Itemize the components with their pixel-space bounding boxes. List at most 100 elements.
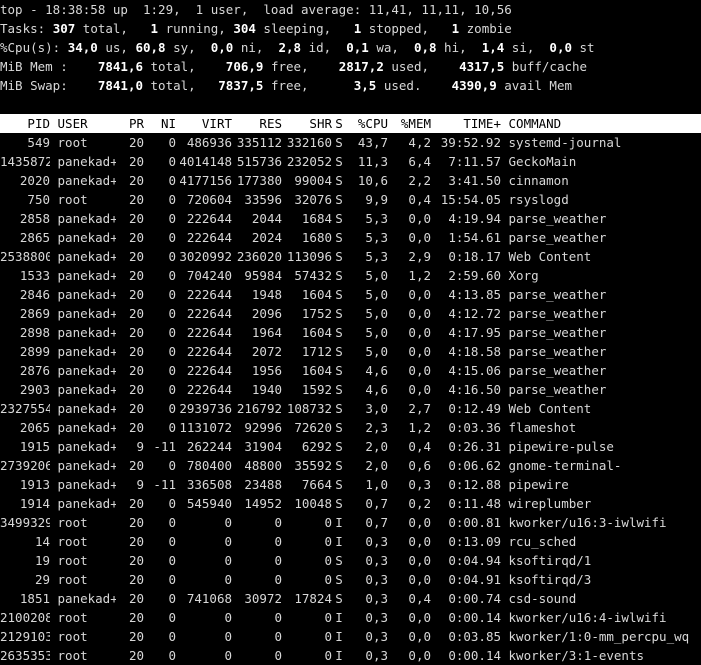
proc-ni: -11 xyxy=(153,477,176,492)
proc-state: S xyxy=(335,477,343,492)
process-row[interactable]: 19 root 20 0 0 0 0 S 0,3 0,0 0:04.94 ksoftirqd/1 xyxy=(0,551,701,570)
process-row[interactable]: 2635353 root 20 0 0 0 0 I 0,3 0,0 0:00.14 kworker… xyxy=(0,646,701,665)
proc-state: S xyxy=(335,192,343,207)
col-cpu[interactable]: %CPU xyxy=(346,114,388,133)
process-row[interactable]: 2020 panekad+ 20 0 4177156 177380 99004 S 10,6 2… xyxy=(0,171,701,190)
proc-time: 0:06.62 xyxy=(448,458,501,473)
proc-command: cinnamon xyxy=(508,173,569,188)
process-row[interactable]: 2100208 root 20 0 0 0 0 I 0,3 0,0 0:00.14 kworker… xyxy=(0,608,701,627)
col-command[interactable]: COMMAND xyxy=(501,114,701,133)
proc-pid: 2899 xyxy=(19,344,50,359)
proc-command: kworker/3:1-events xyxy=(508,648,644,663)
proc-time: 4:17.95 xyxy=(448,325,501,340)
proc-command: kworker/1:0-mm_percpu_wq xyxy=(508,629,690,644)
process-row[interactable]: 2739206 panekad+ 20 0 780400 48800 35592 S 2,0 0… xyxy=(0,456,701,475)
col-pid[interactable]: PID xyxy=(0,114,50,133)
col-virt[interactable]: VIRT xyxy=(176,114,232,133)
proc-command: wireplumber xyxy=(508,496,592,511)
proc-ni: 0 xyxy=(168,192,176,207)
proc-command: rsyslogd xyxy=(508,192,569,207)
proc-mem: 0,0 xyxy=(408,344,431,359)
proc-time: 4:12.72 xyxy=(448,306,501,321)
proc-pr: 20 xyxy=(128,401,144,416)
proc-state: S xyxy=(335,496,343,511)
proc-cpu: 4,6 xyxy=(365,382,388,397)
proc-command: parse_weather xyxy=(508,211,607,226)
process-row[interactable]: 1851 panekad+ 20 0 741068 30972 17824 S 0,3 0,4 0… xyxy=(0,589,701,608)
proc-shr: 32076 xyxy=(294,192,332,207)
proc-command: kworker/u16:3-iwlwifi xyxy=(508,515,667,530)
proc-shr: 332160 xyxy=(286,135,332,150)
process-row[interactable]: 2903 panekad+ 20 0 222644 1940 1592 S 4,6 0,0 4:1… xyxy=(0,380,701,399)
col-time[interactable]: TIME+ xyxy=(431,114,501,133)
proc-command: Web Content xyxy=(508,249,592,264)
proc-res: 2096 xyxy=(251,306,282,321)
proc-pr: 20 xyxy=(128,306,144,321)
cpu-us: 34,0 xyxy=(67,40,98,55)
process-row[interactable]: 2899 panekad+ 20 0 222644 2072 1712 S 5,0 0,0 4:1… xyxy=(0,342,701,361)
process-row[interactable]: 2327554 panekad+ 20 0 2939736 216792 108732 S 3… xyxy=(0,399,701,418)
proc-virt: 222644 xyxy=(186,306,232,321)
col-pr[interactable]: PR xyxy=(116,114,144,133)
process-row[interactable]: 2898 panekad+ 20 0 222644 1964 1604 S 5,0 0,0 4:1… xyxy=(0,323,701,342)
mem-total: 7841,6 xyxy=(97,59,143,74)
proc-cpu: 1,0 xyxy=(365,477,388,492)
process-row[interactable]: 14 root 20 0 0 0 0 I 0,3 0,0 0:13.09 rcu_sched xyxy=(0,532,701,551)
proc-cpu: 5,3 xyxy=(365,230,388,245)
proc-res: 0 xyxy=(274,629,282,644)
proc-state: I xyxy=(335,515,343,530)
process-row[interactable]: 2846 panekad+ 20 0 222644 1948 1604 S 5,0 0,0 4:1… xyxy=(0,285,701,304)
process-row[interactable]: 3499329 root 20 0 0 0 0 I 0,7 0,0 0:00.81 kworker… xyxy=(0,513,701,532)
proc-pr: 20 xyxy=(128,629,144,644)
process-row[interactable]: 2538800 panekad+ 20 0 3020992 236020 113096 S 5… xyxy=(0,247,701,266)
proc-pr: 9 xyxy=(136,477,144,492)
proc-pid: 549 xyxy=(27,135,50,150)
process-row[interactable]: 29 root 20 0 0 0 0 S 0,3 0,0 0:04.91 ksoftirqd/3 xyxy=(0,570,701,589)
process-table[interactable]: PID USER PR NI VIRT RES SHR S %CPU %MEM … xyxy=(0,114,701,665)
process-row[interactable]: 1435872 panekad+ 20 0 4014148 515736 232052 S 1… xyxy=(0,152,701,171)
mem-line: MiB Mem : 7841,6 total, 706,9 free, 2817… xyxy=(0,59,588,74)
process-row[interactable]: 549 root 20 0 486936 335112 332160 S 43,7 4,2 39:… xyxy=(0,133,701,152)
proc-time: 4:19.94 xyxy=(448,211,501,226)
process-row[interactable]: 750 root 20 0 720604 33596 32076 S 9,9 0,4 15:54.… xyxy=(0,190,701,209)
process-row[interactable]: 2876 panekad+ 20 0 222644 1956 1604 S 4,6 0,0 4:1… xyxy=(0,361,701,380)
proc-shr: 72620 xyxy=(294,420,332,435)
proc-state: S xyxy=(335,458,343,473)
proc-command: csd-sound xyxy=(508,591,577,606)
col-user[interactable]: USER xyxy=(50,114,116,133)
proc-pr: 20 xyxy=(128,591,144,606)
proc-ni: 0 xyxy=(168,287,176,302)
process-row[interactable]: 1914 panekad+ 20 0 545940 14952 10048 S 0,7 0,2 0… xyxy=(0,494,701,513)
tasks-zombie: 1 xyxy=(451,21,460,36)
proc-virt: 720604 xyxy=(186,192,232,207)
process-row[interactable]: 1533 panekad+ 20 0 704240 95984 57432 S 5,0 1,2 2… xyxy=(0,266,701,285)
proc-user: panekad+ xyxy=(57,420,116,435)
proc-pr: 20 xyxy=(128,249,144,264)
proc-command: gnome-terminal- xyxy=(508,458,622,473)
process-row[interactable]: 2065 panekad+ 20 0 1131072 92996 72620 S 2,3 1,2… xyxy=(0,418,701,437)
tasks-total: 307 xyxy=(52,21,76,36)
col-mem[interactable]: %MEM xyxy=(388,114,431,133)
process-row[interactable]: 2858 panekad+ 20 0 222644 2044 1684 S 5,3 0,0 4:1… xyxy=(0,209,701,228)
proc-virt: 0 xyxy=(224,553,232,568)
proc-ni: 0 xyxy=(168,648,176,663)
proc-pr: 20 xyxy=(128,515,144,530)
proc-res: 95984 xyxy=(244,268,282,283)
process-row[interactable]: 2865 panekad+ 20 0 222644 2024 1680 S 5,3 0,0 1:5… xyxy=(0,228,701,247)
proc-pr: 20 xyxy=(128,344,144,359)
proc-shr: 17824 xyxy=(294,591,332,606)
col-ni[interactable]: NI xyxy=(144,114,176,133)
proc-time: 7:11.57 xyxy=(448,154,501,169)
proc-pr: 20 xyxy=(128,610,144,625)
proc-time: 39:52.92 xyxy=(440,135,501,150)
process-row[interactable]: 2869 panekad+ 20 0 222644 2096 1752 S 5,0 0,0 4:1… xyxy=(0,304,701,323)
proc-cpu: 0,3 xyxy=(365,534,388,549)
col-s[interactable]: S xyxy=(332,114,346,133)
process-row[interactable]: 1913 panekad+ 9 -11 336508 23488 7664 S 1,0 0,3 0… xyxy=(0,475,701,494)
terminal-window[interactable]: top - 18:38:58 up 1:29, 1 user, load ave… xyxy=(0,0,701,665)
col-shr[interactable]: SHR xyxy=(282,114,332,133)
process-row[interactable]: 2129103 root 20 0 0 0 0 I 0,3 0,0 0:03.85 kworker… xyxy=(0,627,701,646)
process-row[interactable]: 1915 panekad+ 9 -11 262244 31904 6292 S 2,0 0,4 0… xyxy=(0,437,701,456)
proc-res: 48800 xyxy=(244,458,282,473)
col-res[interactable]: RES xyxy=(232,114,282,133)
